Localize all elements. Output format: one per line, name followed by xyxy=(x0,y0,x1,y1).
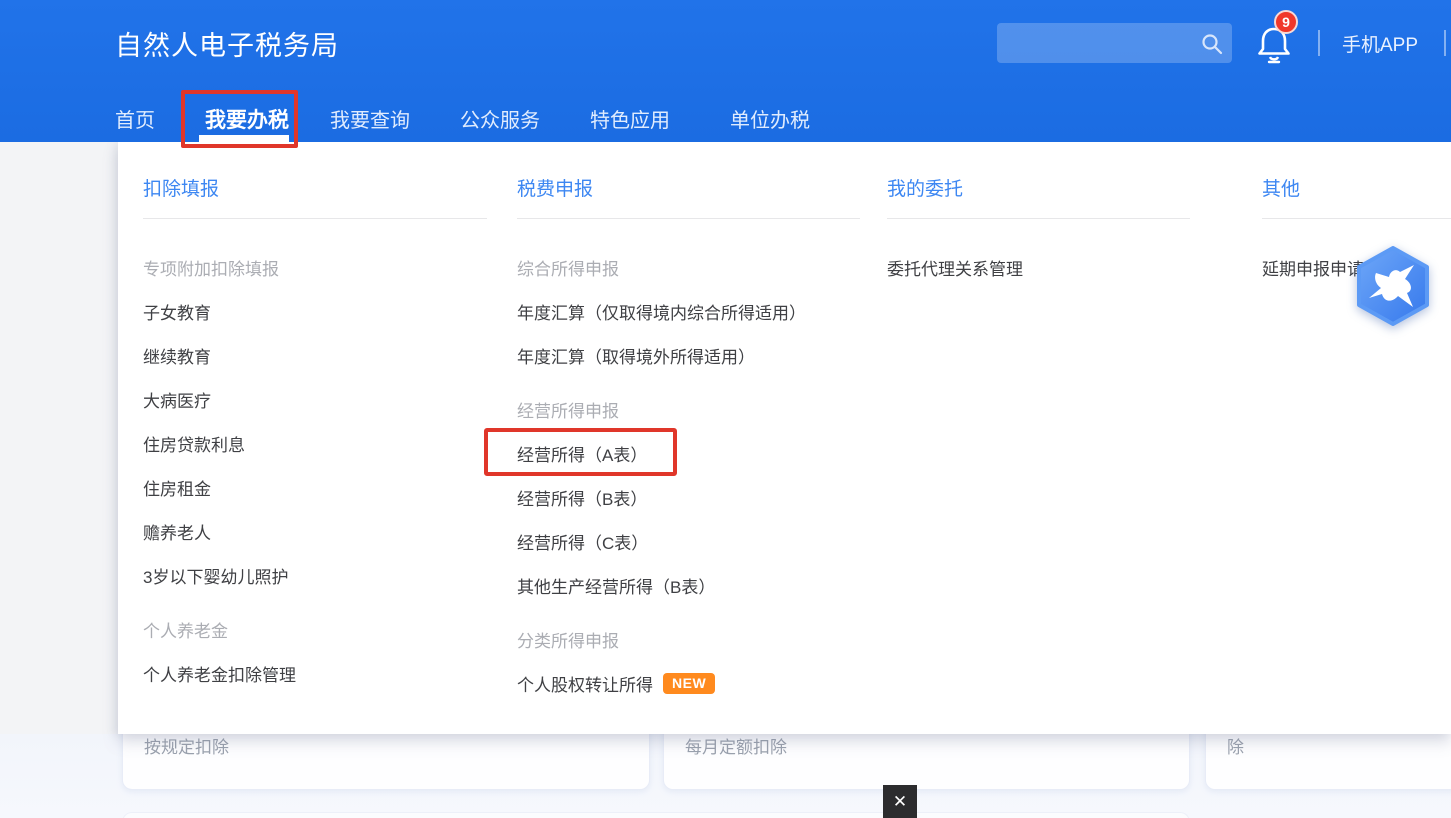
new-badge: NEW xyxy=(663,673,715,694)
page: 按规定扣除 每月定额扣除 除 自然人电子税务局 9 手机APP xyxy=(0,0,1451,818)
column-divider xyxy=(143,218,487,219)
notification-bell[interactable]: 9 xyxy=(1254,22,1298,66)
background-card xyxy=(122,812,1190,818)
column-items: 延期申报申请 xyxy=(1262,245,1364,289)
column-title-tax-declaration: 税费申报 xyxy=(517,174,593,201)
header-divider xyxy=(1318,30,1320,56)
menu-item[interactable]: 继续教育 xyxy=(143,333,296,377)
menu-item[interactable]: 住房贷款利息 xyxy=(143,421,296,465)
menu-item[interactable]: 年度汇算（取得境外所得适用） xyxy=(517,333,806,377)
top-header: 自然人电子税务局 9 手机APP 首页 我要办税 我要查询 公众服务 特色应用 … xyxy=(0,0,1451,142)
mobile-app-link[interactable]: 手机APP xyxy=(1342,30,1418,57)
nav-i-want-to-query[interactable]: 我要查询 xyxy=(330,104,410,133)
nav-company-tax[interactable]: 单位办税 xyxy=(730,104,810,133)
column-items: 综合所得申报 年度汇算（仅取得境内综合所得适用） 年度汇算（取得境外所得适用） … xyxy=(517,245,806,705)
background-card-title: 除 xyxy=(1227,733,1244,758)
menu-item[interactable]: 个人养老金扣除管理 xyxy=(143,651,296,695)
menu-section-label: 分类所得申报 xyxy=(517,617,806,661)
menu-item-business-income-form-a[interactable]: 经营所得（A表） xyxy=(517,431,806,475)
thunder-bird-overlay-icon[interactable] xyxy=(1355,246,1431,326)
background-card-title: 按规定扣除 xyxy=(144,733,229,758)
menu-item[interactable]: 延期申报申请 xyxy=(1262,245,1364,289)
background-card-title: 每月定额扣除 xyxy=(685,733,787,758)
site-title: 自然人电子税务局 xyxy=(115,24,339,63)
search-box[interactable] xyxy=(997,23,1232,63)
column-title-my-delegation: 我的委托 xyxy=(887,174,963,201)
menu-item[interactable]: 经营所得（B表） xyxy=(517,475,806,519)
menu-item[interactable]: 年度汇算（仅取得境内综合所得适用） xyxy=(517,289,806,333)
column-title-deduction-filing: 扣除填报 xyxy=(143,174,219,201)
notification-count-badge: 9 xyxy=(1274,10,1298,34)
column-divider xyxy=(517,218,860,219)
menu-section-label: 经营所得申报 xyxy=(517,387,806,431)
column-items: 专项附加扣除填报 子女教育 继续教育 大病医疗 住房贷款利息 住房租金 赡养老人… xyxy=(143,245,296,695)
menu-item[interactable]: 子女教育 xyxy=(143,289,296,333)
menu-item[interactable]: 其他生产经营所得（B表） xyxy=(517,563,806,607)
highlight-box-nav xyxy=(181,90,298,148)
nav-public-service[interactable]: 公众服务 xyxy=(460,104,540,133)
menu-item[interactable]: 个人股权转让所得 NEW xyxy=(517,661,806,705)
column-items: 委托代理关系管理 xyxy=(887,245,1023,289)
nav-home[interactable]: 首页 xyxy=(115,104,155,133)
search-input[interactable] xyxy=(1007,23,1197,63)
menu-section-label: 综合所得申报 xyxy=(517,245,806,289)
search-icon[interactable] xyxy=(1200,32,1224,56)
menu-item[interactable]: 委托代理关系管理 xyxy=(887,245,1023,289)
menu-section-label: 专项附加扣除填报 xyxy=(143,245,296,289)
menu-section-label: 个人养老金 xyxy=(143,607,296,651)
menu-item[interactable]: 住房租金 xyxy=(143,465,296,509)
menu-item[interactable]: 赡养老人 xyxy=(143,509,296,553)
mega-dropdown-panel: 扣除填报 专项附加扣除填报 子女教育 继续教育 大病医疗 住房贷款利息 住房租金… xyxy=(118,142,1451,734)
close-icon[interactable]: ✕ xyxy=(883,785,917,818)
column-divider xyxy=(887,218,1190,219)
menu-item[interactable]: 3岁以下婴幼儿照护 xyxy=(143,553,296,597)
menu-item[interactable]: 大病医疗 xyxy=(143,377,296,421)
menu-item[interactable]: 经营所得（C表） xyxy=(517,519,806,563)
nav-featured-apps[interactable]: 特色应用 xyxy=(590,104,670,133)
header-divider xyxy=(1444,30,1446,56)
column-title-other: 其他 xyxy=(1262,174,1300,201)
column-divider xyxy=(1262,218,1451,219)
